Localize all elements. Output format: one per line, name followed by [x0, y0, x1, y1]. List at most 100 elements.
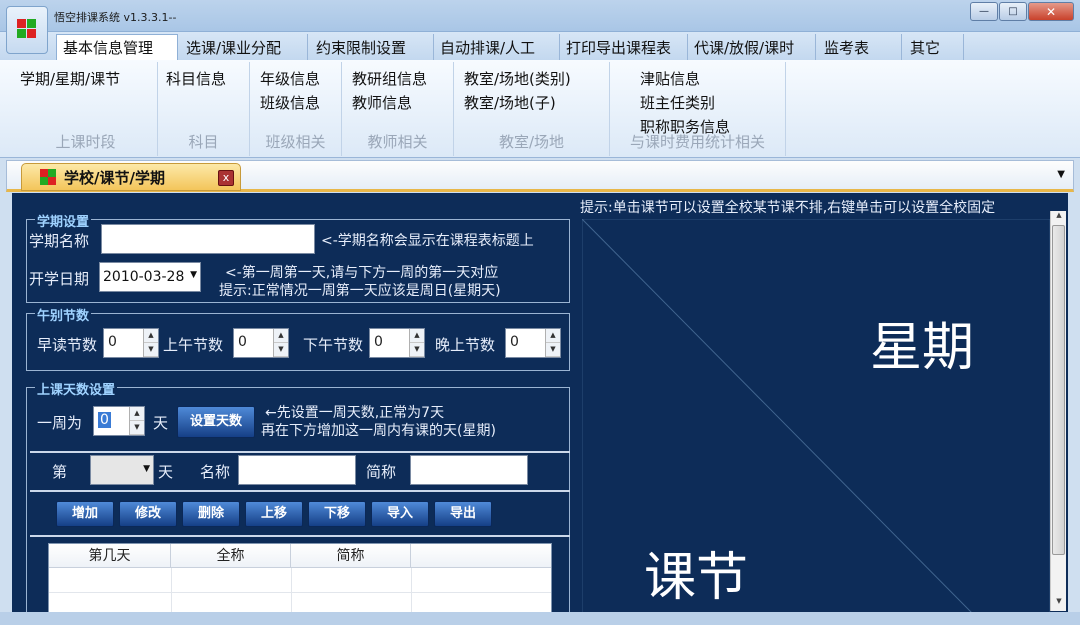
morning-read-label: 早读节数: [37, 336, 98, 354]
ribbon-group-room: 教室/场地(类别) 教室/场地(子) 教室/场地: [454, 62, 610, 156]
up-arrow-icon[interactable]: ▲: [130, 407, 144, 421]
export-button[interactable]: 导出: [434, 501, 492, 527]
ribbon-group-subject: 科目信息 科目: [158, 62, 250, 156]
nth-label: 第: [52, 463, 68, 481]
tab-course-selection[interactable]: 选课/课业分配: [180, 34, 308, 60]
corner-label-weekday: 星期: [870, 318, 975, 378]
down-arrow-icon[interactable]: ▼: [410, 343, 424, 357]
document-tab-bar: 学校/课节/学期 x ▼: [6, 160, 1074, 192]
down-arrow-icon[interactable]: ▼: [274, 343, 288, 357]
column-header-short-name[interactable]: 简称: [291, 544, 411, 568]
stepper-value: 0: [108, 334, 117, 350]
app-logo-icon[interactable]: [6, 6, 48, 54]
minimize-button[interactable]: —: [970, 2, 998, 21]
table-grid-line: [411, 568, 412, 612]
semester-legend: 学期设置: [35, 211, 92, 230]
up-arrow-icon[interactable]: ▲: [546, 329, 560, 343]
ribbon-item-room-category[interactable]: 教室/场地(类别): [464, 68, 571, 89]
status-strip: [0, 612, 1080, 625]
add-button[interactable]: 增加: [56, 501, 114, 527]
periods-legend: 午别节数: [35, 305, 92, 324]
afternoon-label: 下午节数: [303, 336, 364, 354]
start-date-picker[interactable]: 2010-03-28 ▼: [99, 262, 201, 292]
move-down-button[interactable]: 下移: [308, 501, 366, 527]
ribbon-group-fee: 津贴信息 班主任类别 职称职务信息 与课时费用统计相关: [610, 62, 786, 156]
close-tab-button[interactable]: x: [218, 170, 234, 186]
ribbon-item-class[interactable]: 班级信息: [260, 92, 320, 113]
day-short-input[interactable]: [410, 455, 528, 485]
days-legend: 上课天数设置: [35, 379, 118, 398]
tab-print-export[interactable]: 打印导出课程表: [560, 34, 688, 60]
morning-label: 上午节数: [163, 336, 224, 354]
tab-exam[interactable]: 监考表: [818, 34, 902, 60]
start-date-note1: <-第一周第一天,请与下方一周的第一天对应: [225, 265, 499, 281]
divider: [30, 535, 570, 537]
import-button[interactable]: 导入: [371, 501, 429, 527]
up-arrow-icon[interactable]: ▲: [410, 329, 424, 343]
scroll-thumb[interactable]: [1052, 225, 1065, 555]
doc-tab-label: 学校/课节/学期: [64, 168, 165, 187]
semester-name-label: 学期名称: [29, 232, 90, 250]
nth-unit-label: 天: [158, 463, 174, 481]
scroll-down-icon[interactable]: ▼: [1051, 597, 1067, 611]
ribbon-item-teaching-group[interactable]: 教研组信息: [352, 68, 427, 89]
move-up-button[interactable]: 上移: [245, 501, 303, 527]
morning-stepper[interactable]: 0 ▲ ▼: [233, 328, 289, 358]
days-table[interactable]: 第几天 全称 简称: [48, 543, 552, 612]
doc-tab-school-period[interactable]: 学校/课节/学期 x: [21, 163, 241, 191]
day-name-input[interactable]: [238, 455, 356, 485]
column-header-nth[interactable]: 第几天: [49, 544, 171, 568]
ribbon-group-label: 上课时段: [55, 133, 116, 151]
tab-list-dropdown-icon[interactable]: ▼: [1057, 169, 1065, 180]
up-arrow-icon[interactable]: ▲: [144, 329, 158, 343]
table-row: [49, 592, 551, 593]
ribbon-item-semester[interactable]: 学期/星期/课节: [20, 68, 120, 89]
ribbon-group-period: 学期/星期/课节 上课时段: [14, 62, 158, 156]
day-name-label: 名称: [200, 463, 231, 481]
close-button[interactable]: ✕: [1028, 2, 1074, 21]
tab-substitute[interactable]: 代课/放假/课时: [688, 34, 816, 60]
ribbon-item-grade[interactable]: 年级信息: [260, 68, 320, 89]
semester-name-input[interactable]: [101, 224, 315, 254]
preview-hint: 提示:单击课节可以设置全校某节课不排,右键单击可以设置全校固定: [580, 200, 996, 216]
ribbon-item-teacher[interactable]: 教师信息: [352, 92, 412, 113]
edit-button[interactable]: 修改: [119, 501, 177, 527]
up-arrow-icon[interactable]: ▲: [274, 329, 288, 343]
ribbon-item-room-sub[interactable]: 教室/场地(子): [464, 92, 556, 113]
delete-button[interactable]: 删除: [182, 501, 240, 527]
start-date-note2: 提示:正常情况一周第一天应该是周日(星期天): [219, 283, 501, 299]
stepper-value: 0: [374, 334, 383, 350]
tab-auto-schedule[interactable]: 自动排课/人工: [434, 34, 560, 60]
tab-basic-info[interactable]: 基本信息管理: [56, 34, 178, 60]
down-arrow-icon[interactable]: ▼: [546, 343, 560, 357]
afternoon-stepper[interactable]: 0 ▲ ▼: [369, 328, 425, 358]
ribbon-item-subject[interactable]: 科目信息: [166, 68, 226, 89]
ribbon-group-label: 教室/场地: [498, 133, 565, 151]
preview-scrollbar[interactable]: ▲ ▼: [1050, 211, 1066, 611]
set-days-button[interactable]: 设置天数: [177, 406, 255, 438]
morning-read-stepper[interactable]: 0 ▲ ▼: [103, 328, 159, 358]
week-days-stepper[interactable]: 0 ▲ ▼: [93, 406, 145, 436]
chevron-down-icon: ▼: [190, 270, 197, 280]
corner-label-period: 课节: [644, 548, 749, 608]
nth-day-select[interactable]: ▼: [90, 455, 154, 485]
divider: [30, 451, 570, 453]
maximize-button[interactable]: □: [999, 2, 1027, 21]
down-arrow-icon[interactable]: ▼: [130, 421, 144, 435]
week-label: 一周为: [37, 414, 83, 432]
ribbon-item-allowance[interactable]: 津贴信息: [640, 68, 700, 89]
down-arrow-icon[interactable]: ▼: [144, 343, 158, 357]
day-short-label: 简称: [366, 463, 397, 481]
tab-other[interactable]: 其它: [904, 34, 964, 60]
day-unit-label: 天: [153, 414, 169, 432]
stepper-value: 0: [510, 334, 519, 350]
scroll-up-icon[interactable]: ▲: [1051, 211, 1067, 225]
tab-constraints[interactable]: 约束限制设置: [310, 34, 434, 60]
chevron-down-icon: ▼: [143, 464, 150, 474]
column-header-full-name[interactable]: 全称: [171, 544, 291, 568]
evening-stepper[interactable]: 0 ▲ ▼: [505, 328, 561, 358]
ribbon-item-head-teacher[interactable]: 班主任类别: [640, 92, 715, 113]
ribbon: 学期/星期/课节 上课时段 科目信息 科目 年级信息 班级信息 班级相关 教研组…: [0, 60, 1080, 158]
main-panel: 学期设置 学期名称 <-学期名称会显示在课程表标题上 开学日期 2010-03-…: [12, 193, 1068, 612]
colorful-grid-icon: [40, 169, 56, 185]
